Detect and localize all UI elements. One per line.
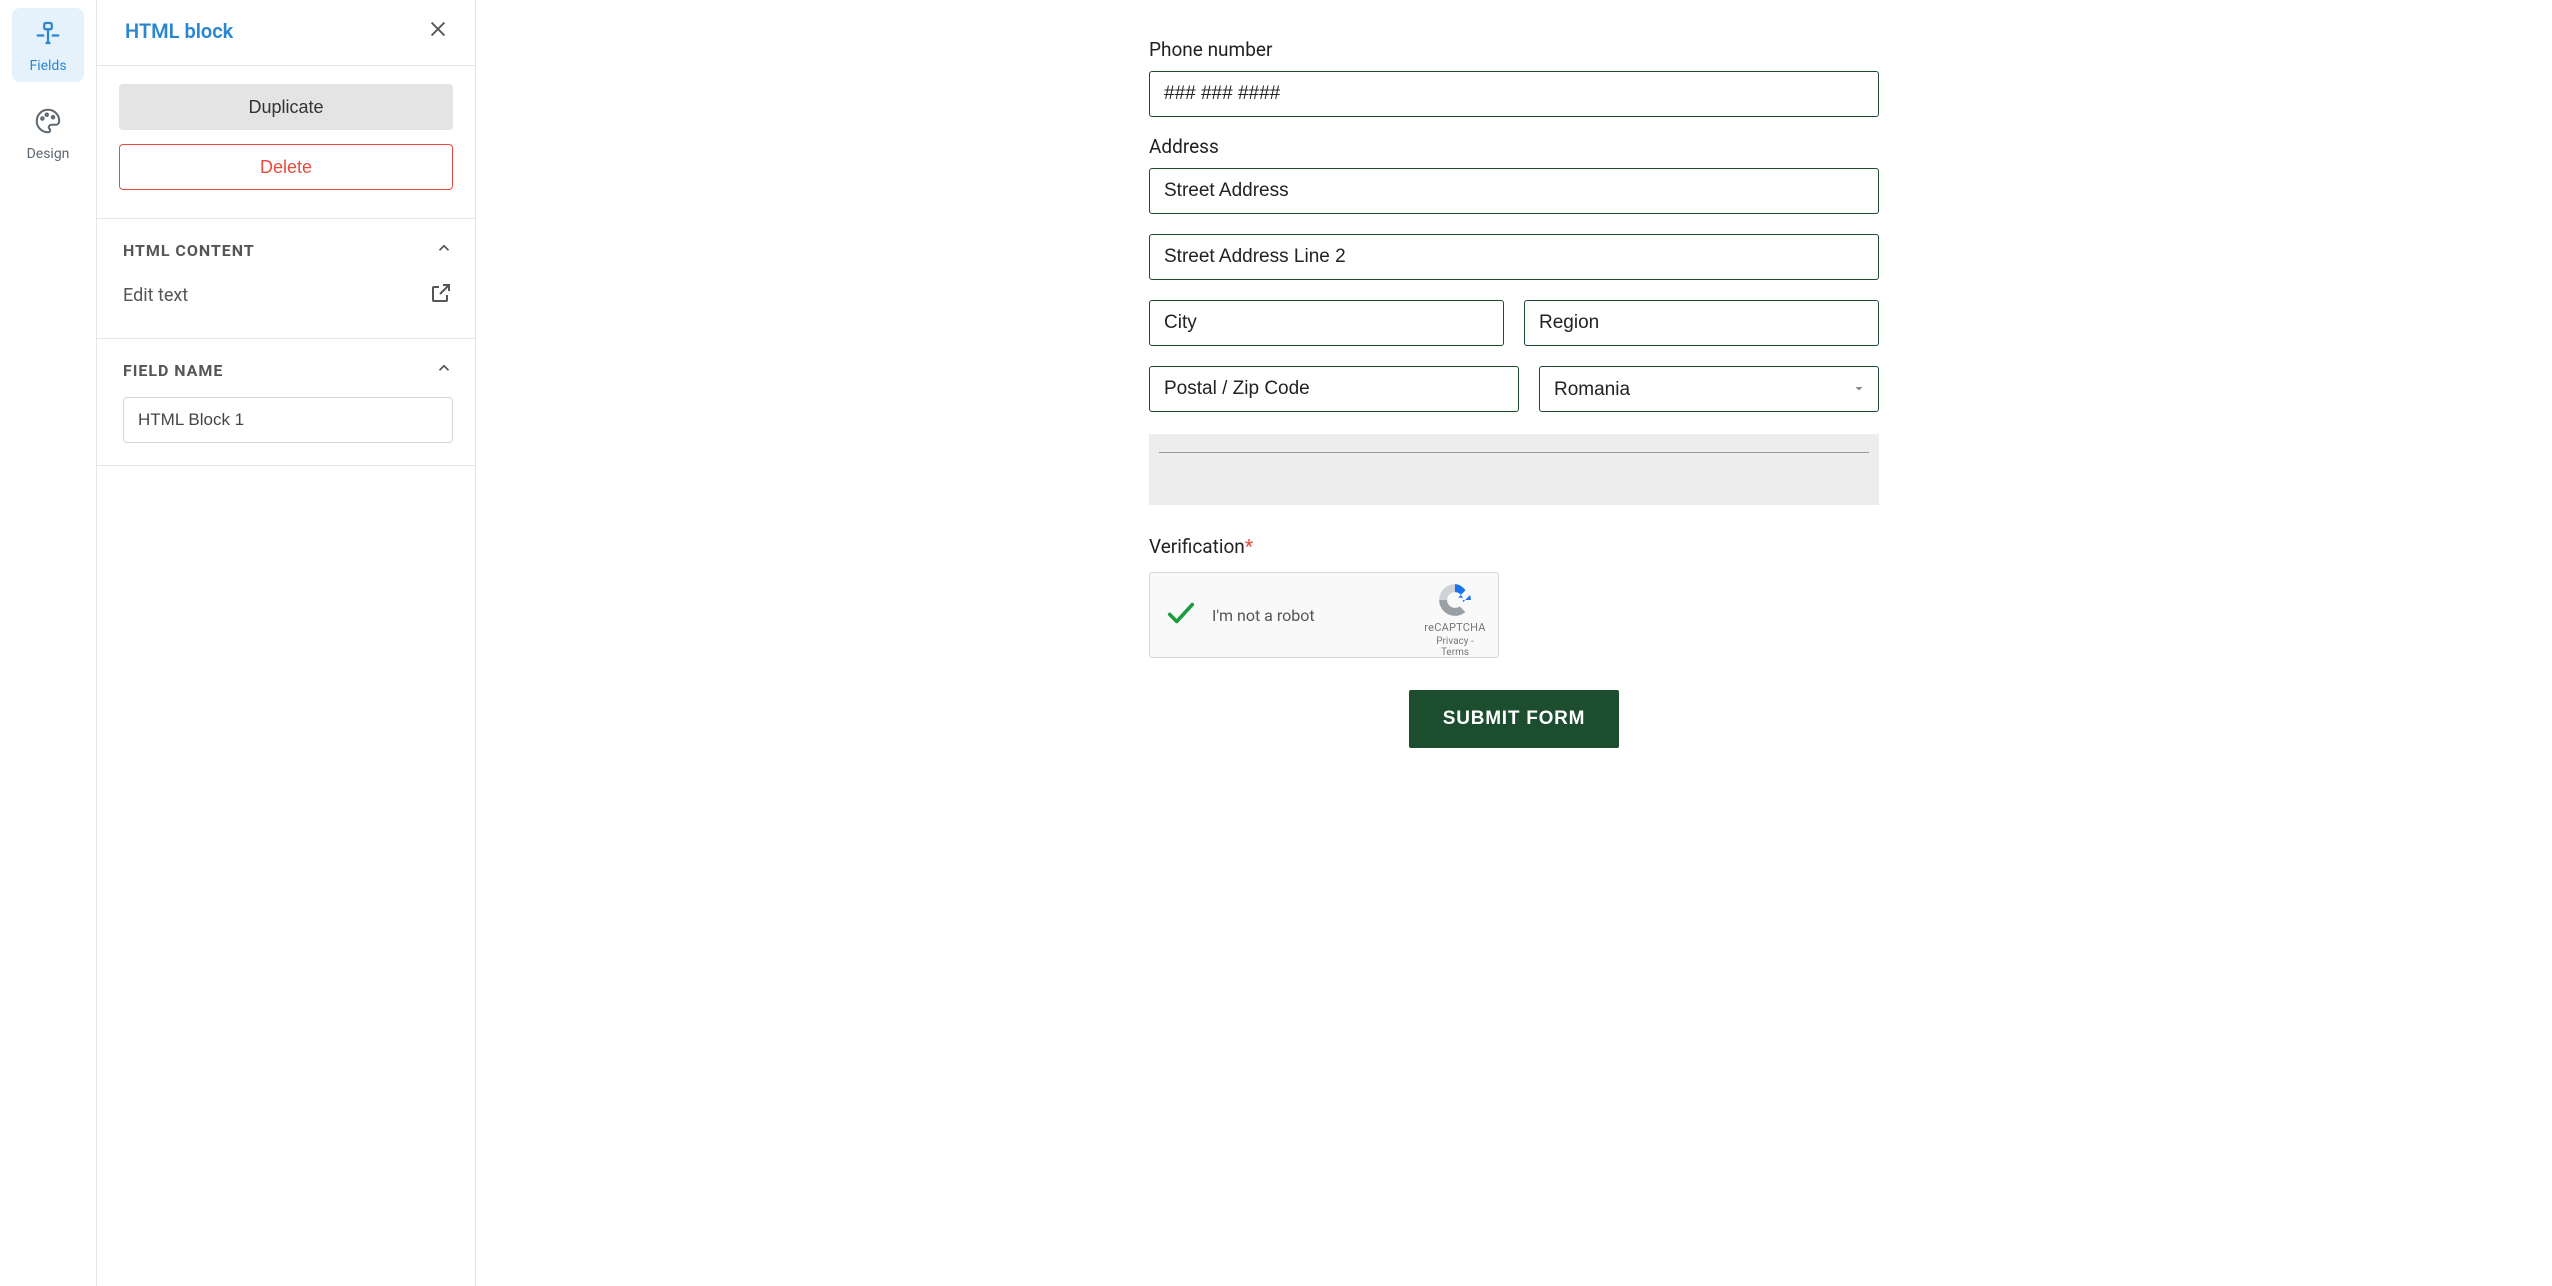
- section-html-content: HTML CONTENT Edit text: [97, 219, 475, 339]
- form-preview: Phone number Address Romania: [476, 0, 2552, 1286]
- panel-title: HTML block: [125, 19, 233, 43]
- panel-header: HTML block: [97, 0, 475, 66]
- verification-label: Verification*: [1149, 535, 1879, 558]
- phone-label: Phone number: [1149, 38, 1879, 61]
- street-address-2-input[interactable]: [1149, 234, 1879, 280]
- chevron-up-icon: [435, 359, 453, 381]
- recaptcha-brand: reCAPTCHA: [1422, 621, 1488, 634]
- delete-button[interactable]: Delete: [119, 144, 453, 190]
- selected-html-block[interactable]: [1149, 434, 1879, 505]
- checkmark-icon: [1164, 596, 1198, 634]
- nav-fields[interactable]: Fields: [12, 8, 84, 82]
- recaptcha-text: I'm not a robot: [1212, 606, 1315, 625]
- edit-text-label: Edit text: [123, 285, 188, 306]
- city-input[interactable]: [1149, 300, 1504, 346]
- duplicate-button[interactable]: Duplicate: [119, 84, 453, 130]
- left-nav-rail: Fields Design: [0, 0, 96, 1286]
- section-html-content-header[interactable]: HTML CONTENT: [97, 219, 475, 277]
- address-label: Address: [1149, 135, 1879, 158]
- close-panel-button[interactable]: [423, 14, 453, 47]
- recaptcha-brand-area: reCAPTCHA Privacy - Terms: [1422, 581, 1488, 658]
- region-input[interactable]: [1524, 300, 1879, 346]
- nav-design[interactable]: Design: [12, 96, 84, 170]
- section-field-name: FIELD NAME: [97, 339, 475, 466]
- nav-design-label: Design: [27, 146, 70, 162]
- section-field-name-header[interactable]: FIELD NAME: [97, 339, 475, 397]
- street-address-input[interactable]: [1149, 168, 1879, 214]
- nav-fields-label: Fields: [29, 58, 66, 74]
- section-html-content-title: HTML CONTENT: [123, 241, 255, 260]
- fields-icon: [33, 18, 63, 52]
- recaptcha-links: Privacy - Terms: [1422, 636, 1488, 658]
- close-icon: [427, 28, 449, 43]
- edit-text-row[interactable]: Edit text: [123, 277, 453, 316]
- address-group: Romania: [1149, 168, 1879, 412]
- panel-actions: Duplicate Delete: [97, 66, 475, 219]
- open-external-icon: [429, 281, 453, 310]
- chevron-up-icon: [435, 239, 453, 261]
- divider: [1159, 452, 1869, 453]
- recaptcha-icon: [1422, 581, 1488, 619]
- palette-icon: [33, 106, 63, 140]
- country-select[interactable]: Romania: [1539, 366, 1879, 412]
- section-field-name-title: FIELD NAME: [123, 361, 223, 380]
- field-name-input[interactable]: [123, 397, 453, 443]
- postal-code-input[interactable]: [1149, 366, 1519, 412]
- phone-input[interactable]: [1149, 71, 1879, 117]
- recaptcha-widget[interactable]: I'm not a robot reCAPTCHA Privacy - Term…: [1149, 572, 1499, 658]
- settings-panel: HTML block Duplicate Delete HTML CONTENT…: [96, 0, 476, 1286]
- submit-button[interactable]: SUBMIT FORM: [1409, 690, 1619, 748]
